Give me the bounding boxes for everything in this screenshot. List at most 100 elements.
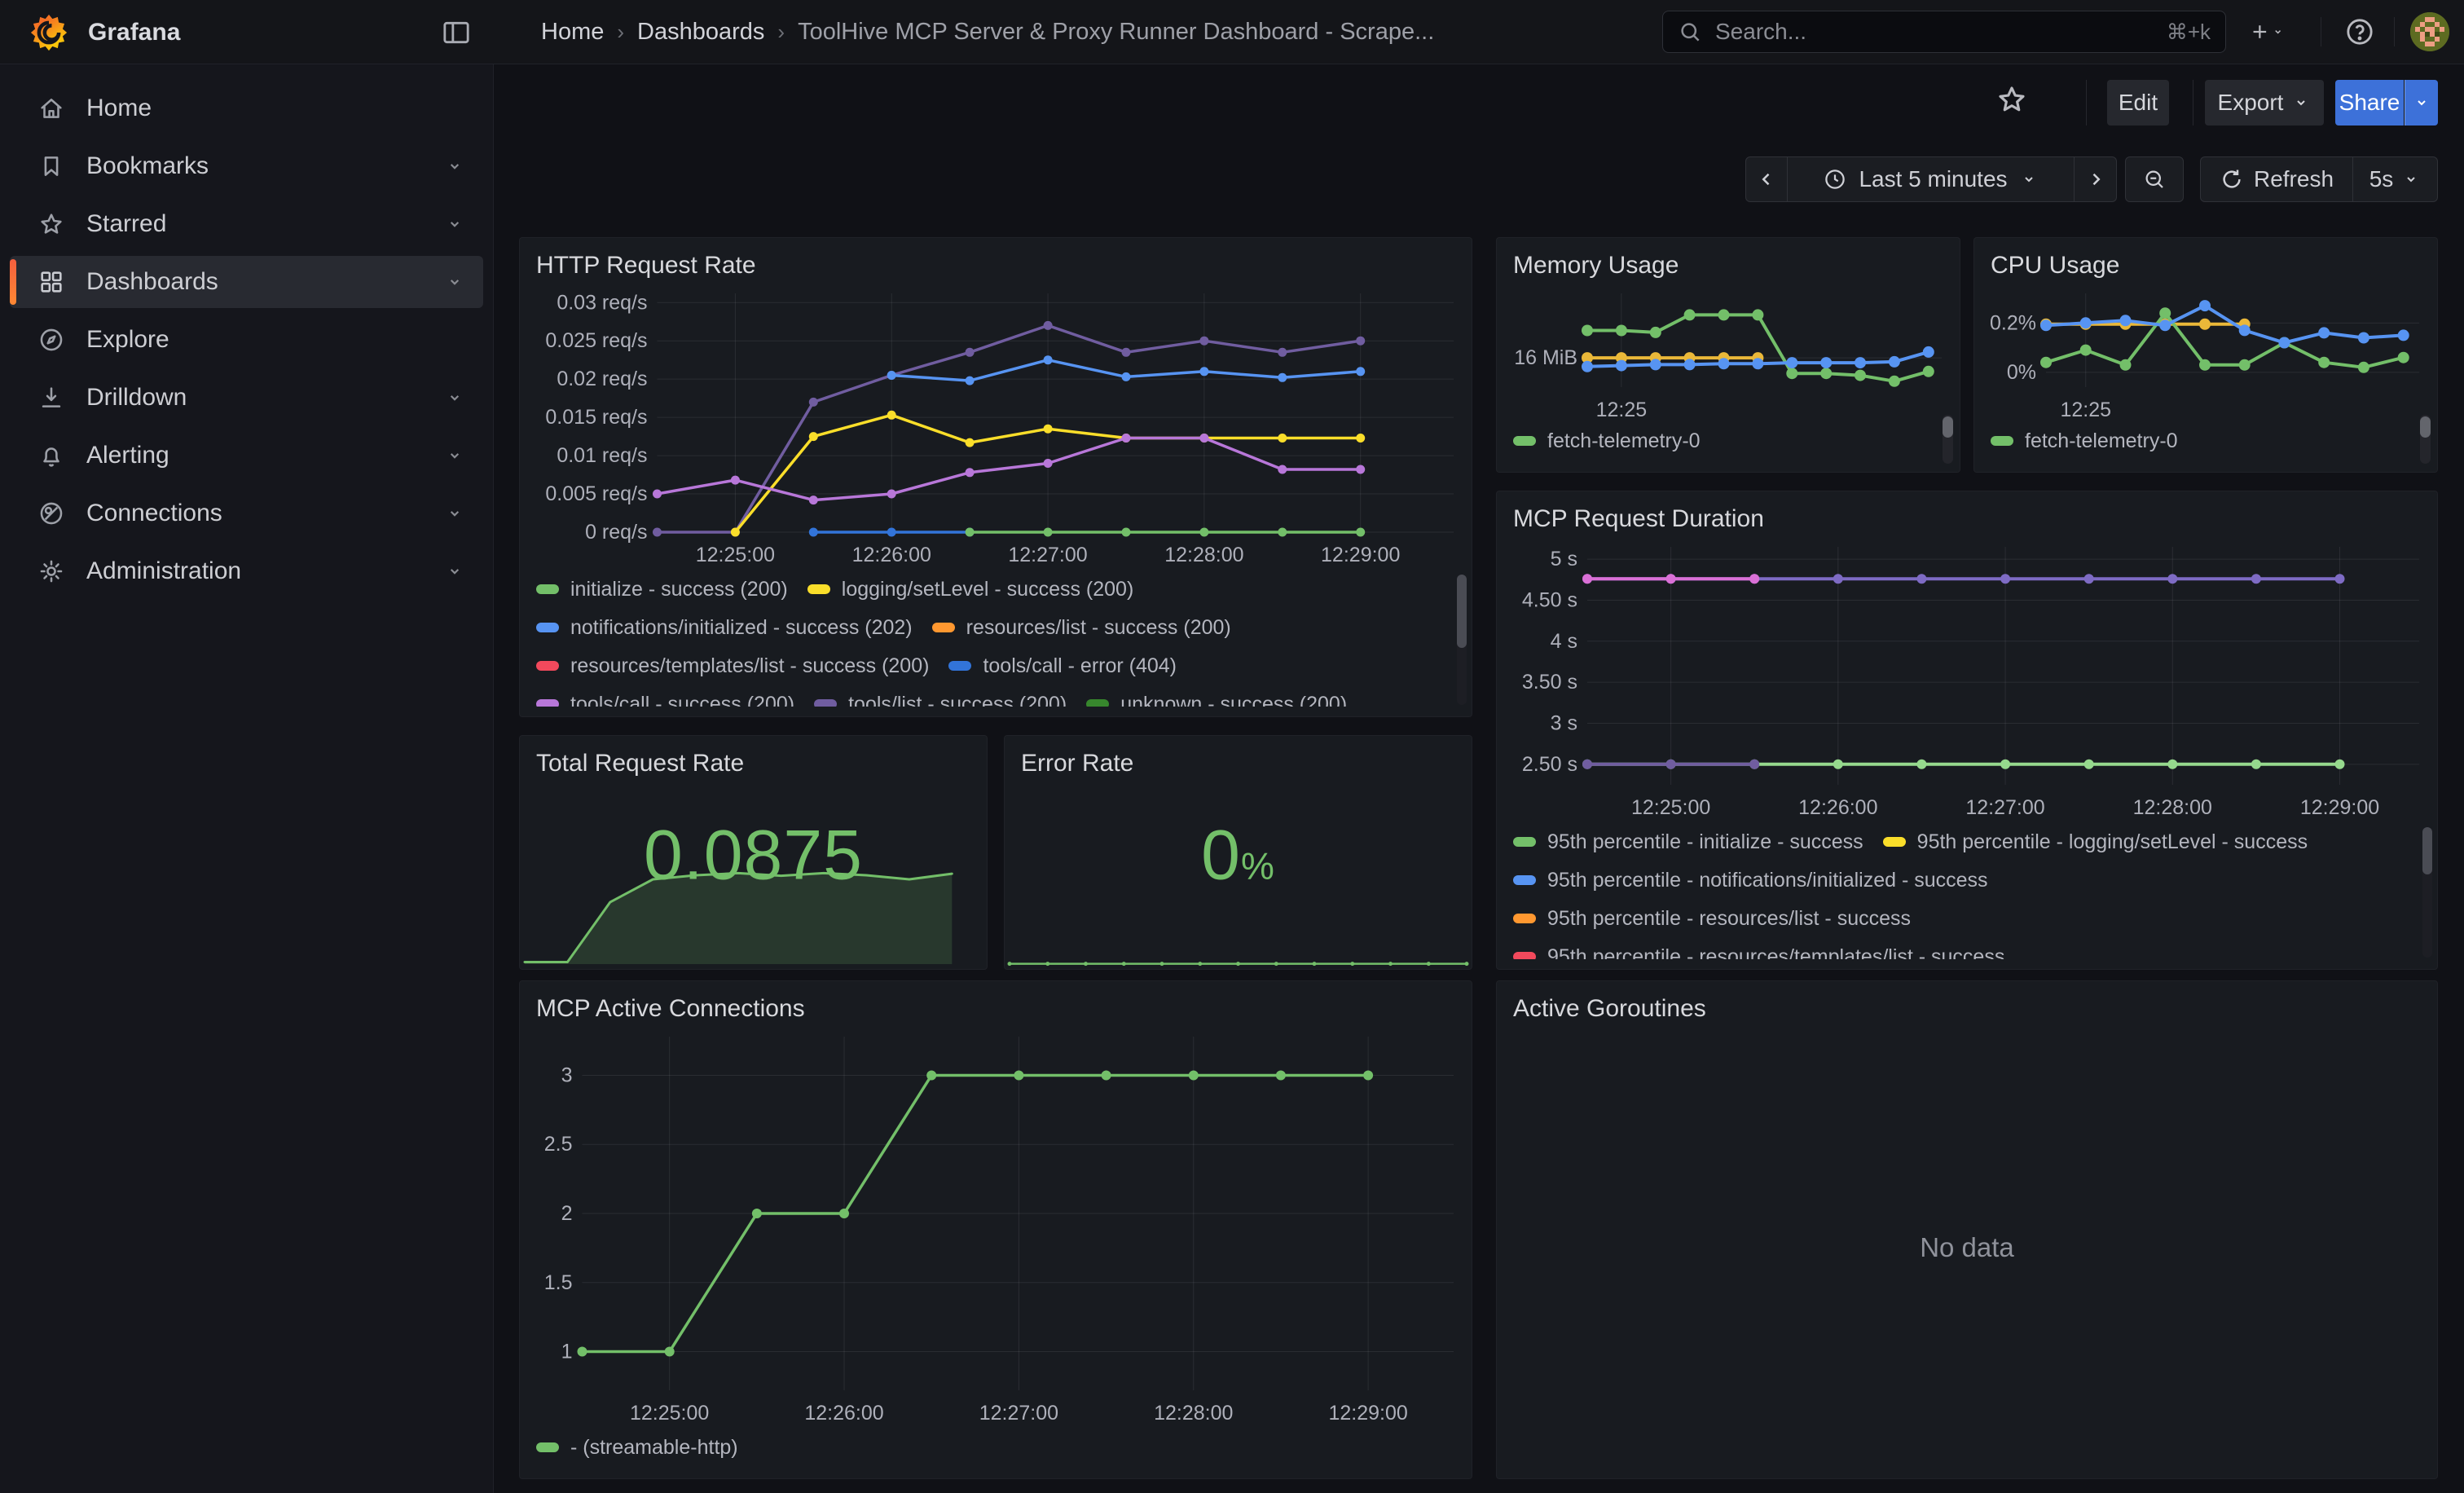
legend-scrollbar[interactable] (2422, 827, 2432, 958)
brand: Grafana (28, 11, 180, 54)
legend-item[interactable]: unknown - success (200) (1086, 693, 1347, 707)
legend-item[interactable]: resources/list - success (200) (932, 616, 1231, 639)
legend-item[interactable]: fetch-telemetry-0 (1991, 429, 2178, 452)
legend-item[interactable]: fetch-telemetry-0 (1513, 429, 1701, 452)
home-icon (37, 95, 65, 122)
legend-scrollbar[interactable] (1457, 575, 1467, 705)
help-icon[interactable] (2342, 14, 2378, 50)
refresh-button[interactable]: Refresh (2200, 156, 2353, 202)
favorite-star-icon[interactable] (1994, 81, 2030, 117)
mcp-active-connections-chart[interactable]: 32.521.5112:25:0012:26:0012:27:0012:28:0… (536, 1027, 1455, 1428)
svg-text:2.50 s: 2.50 s (1522, 753, 1577, 776)
panel-title[interactable]: Active Goroutines (1513, 991, 2421, 1027)
panel-title[interactable]: Error Rate (1021, 746, 1455, 782)
clock-icon (1823, 167, 1847, 192)
share-menu-button[interactable] (2405, 80, 2438, 126)
breadcrumb-home[interactable]: Home (541, 19, 604, 46)
svg-text:0.02 req/s: 0.02 req/s (557, 368, 647, 390)
drilldown-icon (37, 384, 65, 412)
apps-icon (37, 268, 65, 296)
legend-item[interactable]: 95th percentile - logging/setLevel - suc… (1883, 830, 2308, 853)
search-icon (1678, 20, 1702, 44)
panel-mcp-active-connections: MCP Active Connections 32.521.5112:25:00… (519, 980, 1472, 1479)
sidebar-item-starred[interactable]: Starred (10, 198, 483, 250)
svg-text:0 req/s: 0 req/s (585, 521, 647, 544)
time-back-button[interactable] (1745, 156, 1788, 202)
panel-title[interactable]: HTTP Request Rate (536, 248, 1455, 284)
svg-text:4 s: 4 s (1551, 630, 1577, 653)
sidebar-item-bookmarks[interactable]: Bookmarks (10, 140, 483, 192)
svg-text:2.5: 2.5 (544, 1133, 573, 1156)
panel-title[interactable]: MCP Active Connections (536, 991, 1455, 1027)
top-header: Grafana Home › Dashboards › ToolHive MCP… (0, 0, 2464, 64)
sidebar-item-connections[interactable]: Connections (10, 487, 483, 540)
legend: initialize - success (200) logging/setLev… (536, 578, 1455, 707)
sidebar-item-administration[interactable]: Administration (10, 545, 483, 597)
sidebar-item-explore[interactable]: Explore (10, 314, 483, 366)
time-forward-button[interactable] (2075, 156, 2117, 202)
stat-value: 0.0875 (644, 815, 863, 896)
search-input[interactable] (1714, 18, 2167, 46)
chevron-down-icon (444, 387, 465, 408)
legend: 95th percentile - initialize - success 95… (1513, 830, 2421, 959)
legend-item[interactable]: 95th percentile - initialize - success (1513, 830, 1863, 853)
legend-item[interactable]: 95th percentile - resources/list - succe… (1513, 907, 1911, 930)
sidebar-item-home[interactable]: Home (10, 82, 483, 134)
chevron-right-icon (2083, 167, 2108, 192)
breadcrumb-separator: › (617, 20, 624, 45)
legend-item[interactable]: notifications/initialized - success (202… (536, 616, 913, 639)
refresh-interval-select[interactable]: 5s (2353, 156, 2438, 202)
breadcrumb-dashboards[interactable]: Dashboards (637, 19, 764, 46)
http-request-rate-chart[interactable]: 0 req/s0.005 req/s0.01 req/s0.015 req/s0… (536, 284, 1455, 570)
panel-title[interactable]: Total Request Rate (536, 746, 970, 782)
memory-usage-chart[interactable]: 16 MiB 12:25 (1513, 284, 1943, 425)
avatar[interactable] (2410, 12, 2449, 51)
legend-scrollbar[interactable] (1943, 415, 1953, 464)
chevron-down-icon (2271, 23, 2285, 41)
legend-item[interactable]: tools/call - error (404) (948, 654, 1177, 677)
svg-text:1.5: 1.5 (544, 1271, 573, 1294)
cpu-usage-chart[interactable]: 0.2%0%12:25 (1991, 284, 2421, 425)
legend-item[interactable]: logging/setLevel - success (200) (807, 578, 1134, 601)
new-button[interactable] (2249, 14, 2285, 50)
svg-text:12:27:00: 12:27:00 (1965, 796, 2044, 819)
panel-active-goroutines: Active Goroutines No data (1496, 980, 2438, 1479)
chevron-down-icon (444, 503, 465, 524)
chevron-down-icon (2019, 170, 2039, 189)
mcp-request-duration-chart[interactable]: 5 s4.50 s4 s3.50 s3 s2.50 s12:25:0012:26… (1513, 537, 2421, 822)
legend-item[interactable]: initialize - success (200) (536, 578, 788, 601)
svg-text:0%: 0% (2007, 361, 2036, 384)
legend-item[interactable]: tools/call - success (200) (536, 693, 794, 707)
svg-text:12:25:00: 12:25:00 (630, 1402, 709, 1425)
error-rate-sparkline[interactable] (1006, 946, 1470, 967)
svg-text:12:25:00: 12:25:00 (1631, 796, 1710, 819)
grafana-logo-icon[interactable] (28, 11, 70, 54)
time-range-picker[interactable]: Last 5 minutes (1788, 156, 2075, 202)
legend: fetch-telemetry-0 (1991, 429, 2421, 462)
panel-title[interactable]: Memory Usage (1513, 248, 1943, 284)
panel-title[interactable]: MCP Request Duration (1513, 501, 2421, 537)
share-button[interactable]: Share (2335, 80, 2404, 126)
sidebar-item-dashboards[interactable]: Dashboards (10, 256, 483, 308)
svg-text:12:28:00: 12:28:00 (1154, 1402, 1233, 1425)
search-shortcut: ⌘+k (2167, 20, 2211, 45)
sidebar-item-drilldown[interactable]: Drilldown (10, 372, 483, 424)
legend-item[interactable]: - (streamable-http) (536, 1436, 738, 1459)
legend-item[interactable]: tools/list - success (200) (814, 693, 1067, 707)
panel-title[interactable]: CPU Usage (1991, 248, 2421, 284)
legend-item[interactable]: 95th percentile - resources/templates/li… (1513, 945, 2004, 959)
svg-text:0.03 req/s: 0.03 req/s (557, 291, 647, 314)
zoom-out-button[interactable] (2125, 156, 2184, 202)
svg-text:16 MiB: 16 MiB (1514, 346, 1577, 369)
compass-icon (37, 326, 65, 354)
edit-button[interactable]: Edit (2107, 80, 2169, 126)
svg-text:4.50 s: 4.50 s (1522, 588, 1577, 611)
legend-item[interactable]: 95th percentile - notifications/initiali… (1513, 869, 1988, 892)
legend-scrollbar[interactable] (2420, 415, 2431, 464)
legend-item[interactable]: resources/templates/list - success (200) (536, 654, 929, 677)
svg-text:12:25: 12:25 (1596, 399, 1648, 421)
sidebar-item-alerting[interactable]: Alerting (10, 429, 483, 482)
dock-sidebar-icon[interactable] (440, 16, 473, 49)
export-button[interactable]: Export (2205, 80, 2324, 126)
search-box[interactable]: ⌘+k (1662, 11, 2226, 53)
